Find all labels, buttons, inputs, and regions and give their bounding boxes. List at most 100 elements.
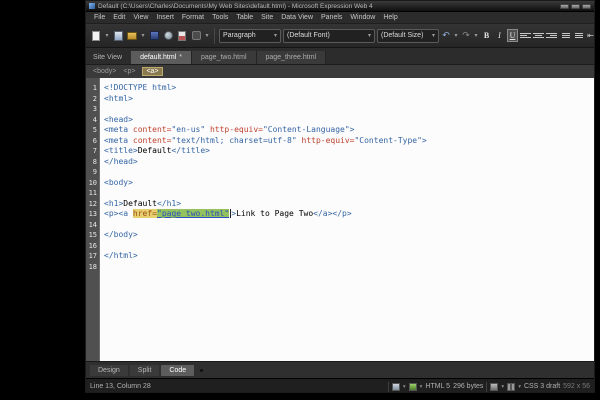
chevron-down-icon[interactable]: ▾ (518, 384, 521, 390)
menu-edit[interactable]: Edit (109, 13, 129, 22)
code-line[interactable] (104, 104, 594, 115)
code-line[interactable] (104, 241, 594, 252)
code-line[interactable]: </head> (104, 157, 594, 168)
tab-site-view[interactable]: Site View (86, 51, 131, 64)
split-view-button[interactable]: Split (130, 365, 160, 376)
chevron-down-icon[interactable]: ▾ (403, 384, 406, 390)
undo-button[interactable]: ↶ (441, 30, 451, 41)
menu-table[interactable]: Table (232, 13, 257, 22)
tab-page_three.html[interactable]: page_three.html (257, 51, 327, 64)
tab-default.html[interactable]: default.html* (131, 51, 192, 64)
bold-button[interactable]: B (481, 29, 492, 42)
code-token: <body> (104, 178, 133, 187)
menu-panels[interactable]: Panels (317, 13, 346, 22)
menu-data-view[interactable]: Data View (277, 13, 317, 22)
menu-file[interactable]: File (90, 13, 109, 22)
save-button[interactable] (148, 29, 160, 42)
italic-button[interactable]: I (494, 29, 505, 42)
code-line[interactable]: </body> (104, 230, 594, 241)
chevron-down-icon[interactable]: ▾ (501, 384, 504, 390)
menu-site[interactable]: Site (257, 13, 277, 22)
close-button[interactable] (582, 4, 591, 9)
minimize-button[interactable] (560, 4, 569, 9)
code-line[interactable]: <html> (104, 94, 594, 105)
font-family-dropdown[interactable]: (Default Font) ▾ (283, 29, 375, 43)
new-document-dropdown-caret[interactable]: ▾ (104, 32, 110, 39)
redo-button[interactable]: ↷ (461, 30, 471, 41)
code-line[interactable] (104, 167, 594, 178)
visual-aids-icon[interactable] (392, 383, 400, 391)
new-document-button[interactable] (90, 29, 102, 42)
line-number: 12 (86, 199, 97, 210)
code-line[interactable]: <head> (104, 115, 594, 126)
code-token: content= (133, 136, 172, 145)
align-left-button[interactable] (520, 30, 531, 41)
doctype-schema-icon[interactable] (409, 383, 417, 391)
code-line[interactable]: <body> (104, 178, 594, 189)
line-number: 17 (86, 251, 97, 262)
tag-selector-item[interactable]: <p> (123, 68, 135, 75)
open-button[interactable] (126, 29, 138, 42)
preview-button[interactable] (162, 29, 174, 42)
paste-button[interactable] (176, 29, 188, 42)
css-schema-icon[interactable] (507, 383, 515, 391)
chevron-down-icon[interactable]: ▾ (420, 384, 423, 390)
code-token: "en-us" (171, 125, 205, 134)
doctype-label: HTML 5 (425, 383, 450, 390)
align-center-button[interactable] (533, 30, 544, 41)
code-line[interactable] (104, 188, 594, 199)
page-dimensions-label: 592 x 56 (563, 383, 590, 390)
open-folder-icon (127, 32, 137, 40)
code-token: <meta (104, 136, 133, 145)
menu-tools[interactable]: Tools (208, 13, 232, 22)
code-token: </title> (171, 146, 210, 155)
undo-dropdown-caret[interactable]: ▾ (453, 32, 459, 39)
expression-web-window: Default (C:\Users\Charles\Documents\My W… (85, 0, 595, 393)
menu-bar: FileEditViewInsertFormatToolsTableSiteDa… (86, 12, 594, 24)
code-token: <html> (104, 94, 133, 103)
code-line[interactable]: <title>Default</title> (104, 146, 594, 157)
open-dropdown-caret[interactable]: ▾ (140, 32, 146, 39)
align-right-button[interactable] (546, 30, 557, 41)
code-token: href= (133, 209, 157, 218)
outdent-button[interactable]: ⇤ (585, 31, 594, 40)
code-token: </html> (104, 251, 138, 260)
redo-dropdown-caret[interactable]: ▾ (473, 32, 479, 39)
code-line[interactable]: <meta content="text/html; charset=utf-8"… (104, 136, 594, 147)
code-token: content= (133, 125, 172, 134)
code-token: </a></p> (313, 209, 352, 218)
menu-help[interactable]: Help (379, 13, 401, 22)
design-view-button[interactable]: Design (90, 365, 128, 376)
font-size-dropdown[interactable]: (Default Size) ▾ (377, 29, 439, 43)
code-line[interactable]: </html> (104, 251, 594, 262)
menu-format[interactable]: Format (178, 13, 208, 22)
code-line[interactable]: <h1>Default</h1> (104, 199, 594, 210)
line-number: 18 (86, 262, 97, 273)
code-line[interactable]: <!DOCTYPE html> (104, 83, 594, 94)
toolbar: ▾ ▾ ▾ Paragraph ▾ (Default Font) ▾ (Defa… (86, 24, 594, 48)
line-number: 10 (86, 178, 97, 189)
style-application-icon[interactable] (490, 383, 498, 391)
menu-insert[interactable]: Insert (152, 13, 178, 22)
paragraph-style-dropdown[interactable]: Paragraph ▾ (219, 29, 281, 43)
maximize-button[interactable] (571, 4, 580, 9)
code-line[interactable]: <meta content="en-us" http-equiv="Conten… (104, 125, 594, 136)
tag-selector-item[interactable]: <a> (142, 67, 162, 76)
code-token: <h1> (104, 199, 123, 208)
tag-selector-item[interactable]: <body> (93, 68, 116, 75)
bullet-list-button[interactable] (572, 30, 583, 41)
numbered-list-button[interactable] (559, 30, 570, 41)
code-view-button[interactable]: Code (161, 365, 194, 376)
new-page-button[interactable] (112, 29, 124, 42)
code-line[interactable] (104, 262, 594, 273)
toolbar-more-caret[interactable]: ▾ (204, 32, 210, 39)
title-bar[interactable]: Default (C:\Users\Charles\Documents\My W… (86, 1, 594, 12)
menu-view[interactable]: View (129, 13, 152, 22)
menu-window[interactable]: Window (346, 13, 379, 22)
code-line[interactable] (104, 220, 594, 231)
code-line[interactable]: <p><a href="page_two.html">Link to Page … (104, 209, 594, 220)
underline-button[interactable]: U (507, 29, 518, 42)
code-lines[interactable]: <!DOCTYPE html><html><head><meta content… (100, 78, 594, 361)
find-button[interactable] (190, 29, 202, 42)
tab-page_two.html[interactable]: page_two.html (192, 51, 257, 64)
